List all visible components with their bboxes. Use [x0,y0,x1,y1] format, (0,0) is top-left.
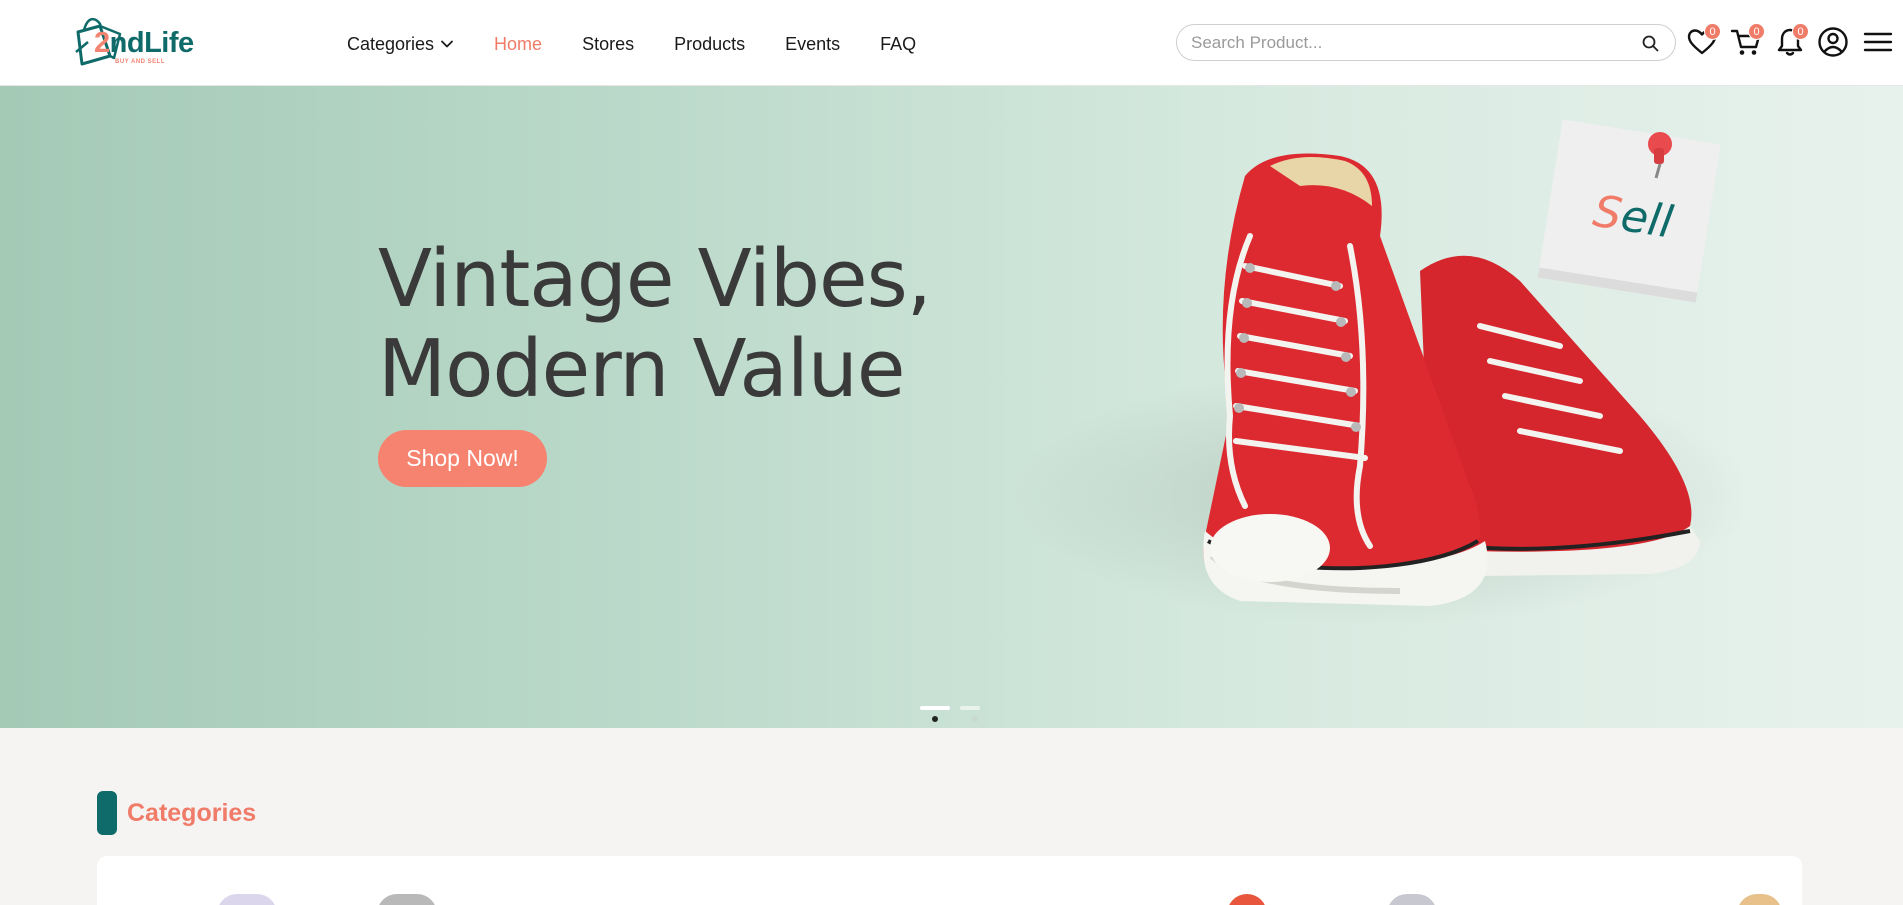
search-icon[interactable] [1642,35,1659,52]
notifications-button[interactable]: 0 [1774,23,1809,58]
hero-title: Vintage Vibes, Modern Value [378,233,932,415]
slide-dot-1[interactable] [932,716,938,722]
nav-home[interactable]: Home [494,34,542,55]
hero-slide-indicators [918,706,980,722]
nav-categories[interactable]: Categories [347,34,454,55]
nav-categories-label: Categories [347,33,435,54]
section-marker [97,791,117,835]
category-thumb[interactable] [1387,894,1437,905]
menu-button[interactable] [1862,26,1894,58]
category-thumb[interactable] [1227,894,1267,905]
brand-tagline: BUY AND SELL [115,59,166,65]
account-button[interactable] [1817,26,1849,58]
main-nav: Categories Home Stores Products Events F… [347,30,956,58]
slide-dot-2[interactable] [972,716,978,722]
wishlist-button[interactable]: 0 [1686,23,1721,58]
nav-products[interactable]: Products [674,34,745,55]
user-circle-icon [1818,27,1848,57]
search-input[interactable] [1191,31,1631,55]
hero-banner: Vintage Vibes, Modern Value Shop Now! Se… [0,86,1903,728]
brand-name: 2ndLife [94,27,194,59]
chevron-down-icon [441,40,453,48]
wishlist-count-badge: 0 [1704,23,1721,40]
category-thumb[interactable] [217,894,277,905]
cart-count-badge: 0 [1748,23,1765,40]
category-thumb[interactable] [377,894,437,905]
categories-panel [97,856,1802,905]
hero-title-line2: Modern Value [378,323,905,415]
nav-stores[interactable]: Stores [582,34,634,55]
hero-title-line1: Vintage Vibes, [378,233,932,325]
category-thumb[interactable] [1737,894,1782,905]
hamburger-icon [1863,32,1893,52]
search-bar [1176,24,1676,61]
shop-now-button[interactable]: Shop Now! [378,430,547,487]
slide-1-bar [920,706,950,710]
notifications-count-badge: 0 [1792,23,1809,40]
slide-2-bar [960,706,980,710]
brand-logo[interactable]: 2ndLife BUY AND SELL [70,12,195,68]
nav-events[interactable]: Events [785,34,840,55]
nav-faq[interactable]: FAQ [880,34,916,55]
cart-button[interactable]: 0 [1730,23,1765,58]
categories-heading: Categories [97,791,256,835]
site-header: 2ndLife BUY AND SELL Categories Home Sto… [0,0,1903,86]
categories-title: Categories [127,798,257,827]
sneakers-hero-image: Sell [1010,119,1750,626]
